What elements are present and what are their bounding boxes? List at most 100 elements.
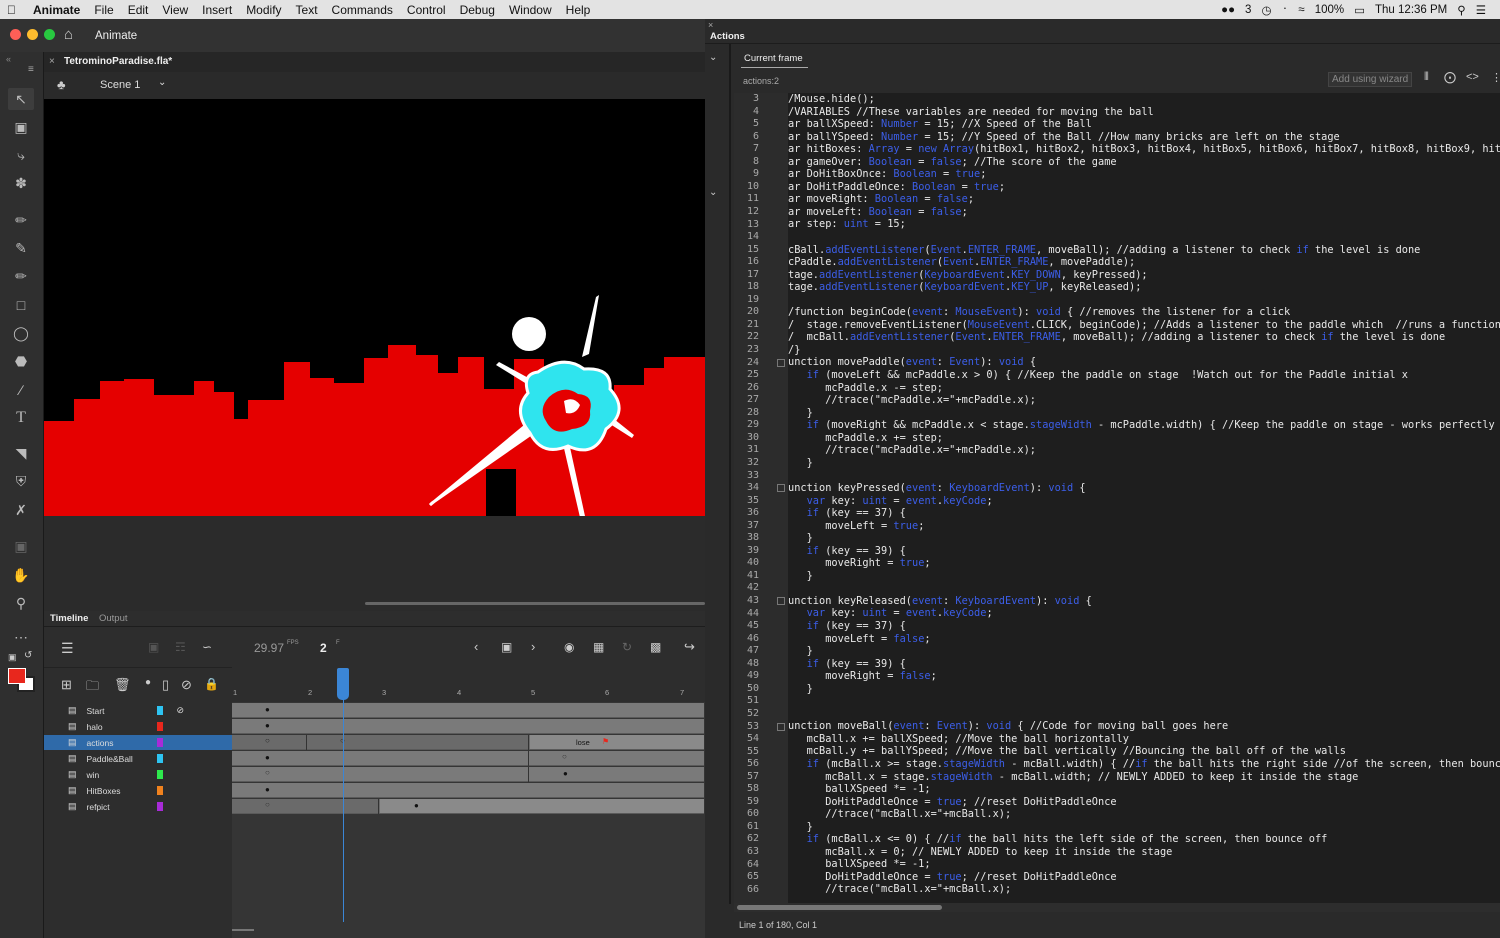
timeline-resize-handle[interactable] <box>232 929 254 931</box>
layer-name[interactable]: refpict <box>87 802 159 812</box>
minimize-window-button[interactable] <box>27 29 38 40</box>
code-line[interactable] <box>788 695 1500 708</box>
stop-icon[interactable]: ▣ <box>501 640 512 654</box>
code-line[interactable]: unction keyPressed(event: KeyboardEvent)… <box>788 482 1500 495</box>
code-line[interactable]: var key: uint = event.keyCode; <box>788 607 1500 620</box>
wechat-icon[interactable]: ●● <box>1221 4 1235 16</box>
code-line[interactable]: moveRight = true; <box>788 557 1500 570</box>
menu-insert[interactable]: Insert <box>195 3 239 17</box>
layer-row-actions[interactable]: ▤ actions <box>44 735 232 750</box>
scene-name[interactable]: Scene 1 <box>100 79 140 91</box>
code-line[interactable]: mcPaddle.x -= step; <box>788 382 1500 395</box>
layer-color-swatch[interactable] <box>156 786 163 795</box>
menu-edit[interactable]: Edit <box>121 3 156 17</box>
oval-tool-icon[interactable]: ◯ <box>8 322 34 344</box>
panel-menu-icon[interactable]: ≡ <box>28 64 34 75</box>
menu-app-name[interactable]: Animate <box>23 3 87 17</box>
layer-name[interactable]: halo <box>87 722 159 732</box>
swap-colors-icon[interactable]: ↺ <box>24 650 32 661</box>
edit-multiple-frames-icon[interactable]: ▦ <box>593 640 604 654</box>
code-line[interactable]: ar ballXSpeed: Number = 15; //X Speed of… <box>788 118 1500 131</box>
brush-tool-icon[interactable]: ✎ <box>8 237 34 259</box>
menu-modify[interactable]: Modify <box>239 3 288 17</box>
code-line[interactable]: unction movePaddle(event: Event): void { <box>788 356 1500 369</box>
code-horizontal-scrollbar[interactable] <box>734 903 1500 912</box>
code-line[interactable]: / stage.removeEventListener(MouseEvent.C… <box>788 319 1500 332</box>
frame-track[interactable]: ● ○ <box>232 751 704 766</box>
zoom-window-button[interactable] <box>44 29 55 40</box>
code-line[interactable]: ar moveLeft: Boolean = false; <box>788 206 1500 219</box>
code-line[interactable]: /VARIABLES //These variables are needed … <box>788 106 1500 119</box>
code-line[interactable]: ar step: uint = 15; <box>788 218 1500 231</box>
code-line[interactable]: ar gameOver: Boolean = false; //The scor… <box>788 156 1500 169</box>
code-line[interactable]: ar DoHitPaddleOnce: Boolean = true; <box>788 181 1500 194</box>
code-line[interactable]: unction moveBall(event: Event): void { /… <box>788 720 1500 733</box>
stage-horizontal-scrollbar[interactable] <box>365 602 705 605</box>
lock-layers-icon[interactable]: 🔒 <box>204 677 219 691</box>
layer-color-swatch[interactable] <box>156 802 163 811</box>
layer-row-halo[interactable]: ▤ halo <box>44 719 232 734</box>
code-line[interactable]: if (key == 37) { <box>788 507 1500 520</box>
frame-track[interactable]: ● <box>232 703 704 718</box>
layer-name[interactable]: HitBoxes <box>87 786 159 796</box>
frame-track[interactable]: ● <box>232 719 704 734</box>
code-line[interactable]: tage.addEventListener(KeyboardEvent.KEY_… <box>788 269 1500 282</box>
clock[interactable]: Thu 12:36 PM <box>1375 4 1447 16</box>
control-center-icon[interactable]: ☰ <box>1476 3 1486 17</box>
code-line[interactable]: //trace("mcBall.x="+mcBall.x); <box>788 808 1500 821</box>
lasso-tool-icon[interactable]: ⤷ <box>8 144 34 166</box>
pencil-tool-icon[interactable]: ✏ <box>8 265 34 287</box>
target-insert-icon[interactable]: ⨀ <box>1444 70 1456 84</box>
code-line[interactable]: / mcBall.addEventListener(Event.ENTER_FR… <box>788 331 1500 344</box>
new-folder-icon[interactable]: 🗀 <box>86 677 99 699</box>
code-line[interactable]: moveLeft = false; <box>788 633 1500 646</box>
free-transform-tool-icon[interactable]: ▣ <box>8 116 34 138</box>
layer-row-paddle-ball[interactable]: ▤ Paddle&Ball <box>44 751 232 766</box>
layer-name[interactable]: Start <box>87 706 159 716</box>
more-tools-icon[interactable]: ⋯ <box>8 626 34 648</box>
code-line[interactable]: } <box>788 570 1500 583</box>
graph-icon[interactable]: ∽ <box>202 640 212 654</box>
menu-text[interactable]: Text <box>289 3 325 17</box>
code-line[interactable]: unction keyReleased(event: KeyboardEvent… <box>788 595 1500 608</box>
current-frame[interactable]: 2 <box>320 641 327 655</box>
close-window-button[interactable] <box>10 29 21 40</box>
menu-file[interactable]: File <box>87 3 120 17</box>
code-line[interactable]: ar DoHitBoxOnce: Boolean = true; <box>788 168 1500 181</box>
code-line[interactable]: moveRight = false; <box>788 670 1500 683</box>
tab-output[interactable]: Output <box>99 613 128 624</box>
keyframe-marker[interactable]: ○ <box>265 768 270 777</box>
code-line[interactable]: mcBall.x = stage.stageWidth - mcBall.wid… <box>788 771 1500 784</box>
fold-marker-icon[interactable] <box>777 597 785 605</box>
code-line[interactable] <box>788 231 1500 244</box>
layer-color-swatch[interactable] <box>156 754 163 763</box>
document-tab[interactable]: TetrominoParadise.fla* <box>64 56 172 67</box>
parenting-icon[interactable]: ☶ <box>175 640 186 654</box>
code-line[interactable]: } <box>788 457 1500 470</box>
menu-help[interactable]: Help <box>559 3 598 17</box>
keyframe-marker[interactable]: ● <box>414 801 419 810</box>
paint-bucket-tool-icon[interactable]: ⛨ <box>8 470 34 492</box>
keyframe-marker[interactable]: ● <box>563 769 568 778</box>
home-icon[interactable]: ⌂ <box>64 26 73 43</box>
tab-current-frame[interactable]: Current frame <box>744 53 803 64</box>
keyframe-marker[interactable]: ○ <box>562 752 567 761</box>
keyframe-marker[interactable]: ● <box>265 753 270 762</box>
layer-name[interactable]: actions <box>87 738 159 748</box>
fold-marker-icon[interactable] <box>777 484 785 493</box>
code-line[interactable]: mcPaddle.x += step; <box>788 432 1500 445</box>
code-line[interactable]: } <box>788 683 1500 696</box>
code-line[interactable]: //trace("mcPaddle.x="+mcPaddle.x); <box>788 444 1500 457</box>
eyedropper-tool-icon[interactable]: ✗ <box>8 499 34 521</box>
code-line[interactable]: ballXSpeed *= -1; <box>788 783 1500 796</box>
layer-color-swatch[interactable] <box>156 722 163 731</box>
code-line[interactable]: //trace("mcPaddle.x="+mcPaddle.x); <box>788 394 1500 407</box>
line-tool-icon[interactable]: ∕ <box>8 379 34 401</box>
code-line[interactable]: ar moveRight: Boolean = false; <box>788 193 1500 206</box>
fold-marker-icon[interactable] <box>777 358 785 367</box>
onion-skin-icon[interactable]: ◉ <box>564 640 574 654</box>
code-line[interactable]: if (key == 39) { <box>788 658 1500 671</box>
bluetooth-icon[interactable]: ᛫ <box>1282 4 1289 16</box>
code-line[interactable]: ar ballYSpeed: Number = 15; //Y Speed of… <box>788 131 1500 144</box>
wifi-icon[interactable]: ≈ <box>1298 4 1304 16</box>
